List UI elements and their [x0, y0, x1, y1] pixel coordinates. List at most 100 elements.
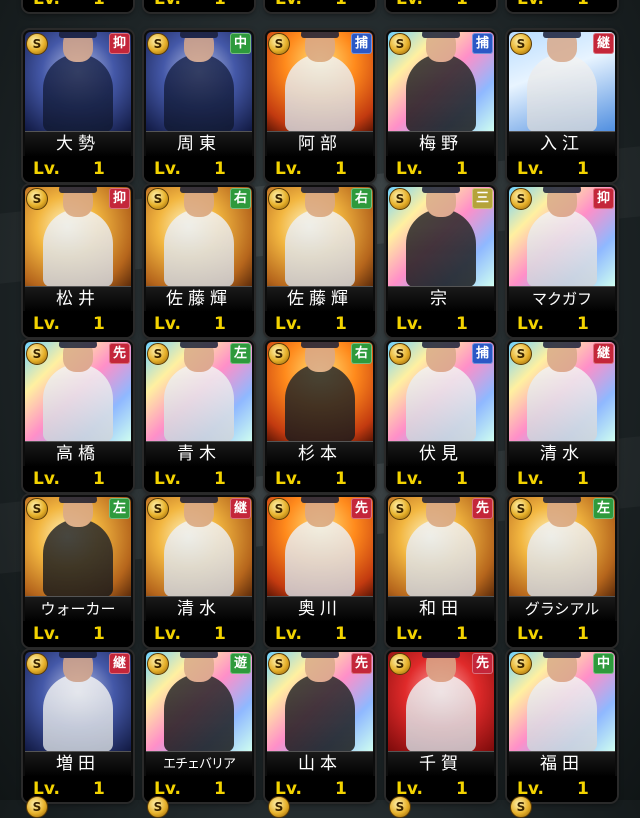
player-card[interactable]: S 中福田 Lv. 1 [507, 650, 617, 802]
player-figure [527, 187, 597, 287]
player-card-partial[interactable]: Lv. 1 [144, 0, 254, 12]
level-strip: Lv. 1 [265, 156, 375, 182]
rarity-coin-icon: S [268, 33, 290, 55]
position-badge: 継 [230, 498, 251, 519]
level-strip: Lv. 1 [507, 156, 617, 182]
player-card[interactable]: S 継入江 Lv. 1 [507, 30, 617, 182]
player-cap [301, 32, 339, 38]
position-badge: 捕 [472, 343, 493, 364]
player-cap [422, 342, 460, 348]
player-card[interactable]: S 継増田 Lv. 1 [23, 650, 133, 802]
player-cap [422, 32, 460, 38]
player-card-partial[interactable]: Lv. 1 [23, 0, 133, 12]
player-figure [43, 342, 113, 442]
level-strip: Lv. 1 [507, 466, 617, 492]
position-badge: 遊 [230, 653, 251, 674]
player-card[interactable]: S 三宗 Lv. 1 [386, 185, 496, 337]
player-cap [301, 187, 339, 193]
player-card[interactable]: S 先和田 Lv. 1 [386, 495, 496, 647]
level-strip: Lv. 1 [23, 466, 133, 492]
level-strip: Lv. 1 [23, 156, 133, 182]
player-cap [59, 652, 97, 658]
player-name: 高橋 [25, 441, 131, 467]
level-value: 1 [214, 314, 226, 334]
player-cap [180, 342, 218, 348]
player-card[interactable]: S 左ウォーカー Lv. 1 [23, 495, 133, 647]
position-badge: 中 [230, 33, 251, 54]
player-figure [527, 342, 597, 442]
level-value: 1 [577, 0, 589, 12]
player-figure [285, 497, 355, 597]
player-card[interactable]: S 継清水 Lv. 1 [144, 495, 254, 647]
rarity-coin-icon: S [510, 796, 532, 818]
player-card[interactable]: S 先千賀 Lv. 1 [386, 650, 496, 802]
level-value: 1 [93, 779, 105, 799]
level-strip: Lv. 1 [144, 0, 254, 12]
player-name: 清水 [146, 596, 252, 622]
rarity-coin-icon: S [268, 653, 290, 675]
player-card[interactable]: S 抑大勢 Lv. 1 [23, 30, 133, 182]
level-value: 1 [214, 469, 226, 489]
player-name: 青木 [146, 441, 252, 467]
player-cap [180, 497, 218, 503]
player-card-partial[interactable]: Lv. 1 [386, 0, 496, 12]
rarity-coin-icon: S [147, 188, 169, 210]
player-card[interactable]: S 遊エチェバリア Lv. 1 [144, 650, 254, 802]
level-label: Lv. [396, 159, 423, 179]
player-card[interactable]: S 右佐藤輝 Lv. 1 [144, 185, 254, 337]
rarity-coin-icon: S [389, 498, 411, 520]
player-card[interactable]: S 左青木 Lv. 1 [144, 340, 254, 492]
level-label: Lv. [154, 314, 181, 334]
player-card[interactable]: S 中周東 Lv. 1 [144, 30, 254, 182]
position-badge: 中 [593, 653, 614, 674]
player-cap [422, 497, 460, 503]
player-card-partial[interactable]: Lv. 1 [507, 0, 617, 12]
player-cap [180, 187, 218, 193]
player-card[interactable]: S 継清水 Lv. 1 [507, 340, 617, 492]
player-card[interactable]: S 捕阿部 Lv. 1 [265, 30, 375, 182]
player-card[interactable]: S 先奥川 Lv. 1 [265, 495, 375, 647]
player-name: ウォーカー [25, 596, 131, 622]
player-name: 松井 [25, 286, 131, 312]
rarity-coin-icon: S [510, 653, 532, 675]
position-badge: 左 [230, 343, 251, 364]
rarity-coin-icon: S [389, 33, 411, 55]
rarity-coin-icon: S [147, 33, 169, 55]
position-badge: 左 [593, 498, 614, 519]
player-card[interactable]: S 右杉本 Lv. 1 [265, 340, 375, 492]
level-value: 1 [335, 624, 347, 644]
level-label: Lv. [33, 159, 60, 179]
level-label: Lv. [517, 0, 544, 12]
player-card[interactable]: S 先山本 Lv. 1 [265, 650, 375, 802]
player-card[interactable]: S 左グラシアル Lv. 1 [507, 495, 617, 647]
player-card[interactable]: S 捕梅野 Lv. 1 [386, 30, 496, 182]
level-value: 1 [456, 0, 468, 12]
level-value: 1 [214, 779, 226, 799]
level-strip: Lv. 1 [507, 621, 617, 647]
player-cap [543, 497, 581, 503]
player-cap [422, 652, 460, 658]
rarity-coin-icon: S [147, 343, 169, 365]
player-card[interactable]: S 右佐藤輝 Lv. 1 [265, 185, 375, 337]
level-value: 1 [456, 314, 468, 334]
player-card[interactable]: S 先高橋 Lv. 1 [23, 340, 133, 492]
level-value: 1 [577, 779, 589, 799]
rarity-coin-icon: S [147, 796, 169, 818]
position-badge: 先 [109, 343, 130, 364]
player-card[interactable]: S 捕伏見 Lv. 1 [386, 340, 496, 492]
level-label: Lv. [517, 314, 544, 334]
player-card-partial[interactable]: Lv. 1 [265, 0, 375, 12]
player-name: 奥川 [267, 596, 373, 622]
player-card[interactable]: S 抑マクガフ Lv. 1 [507, 185, 617, 337]
player-card[interactable]: S 抑松井 Lv. 1 [23, 185, 133, 337]
level-strip: Lv. 1 [386, 311, 496, 337]
level-label: Lv. [154, 159, 181, 179]
level-label: Lv. [33, 0, 60, 12]
player-figure [406, 342, 476, 442]
rarity-coin-icon: S [147, 653, 169, 675]
level-label: Lv. [517, 624, 544, 644]
player-cap [543, 187, 581, 193]
level-value: 1 [456, 469, 468, 489]
player-name: 福田 [509, 751, 615, 777]
level-strip: Lv. 1 [507, 0, 617, 12]
